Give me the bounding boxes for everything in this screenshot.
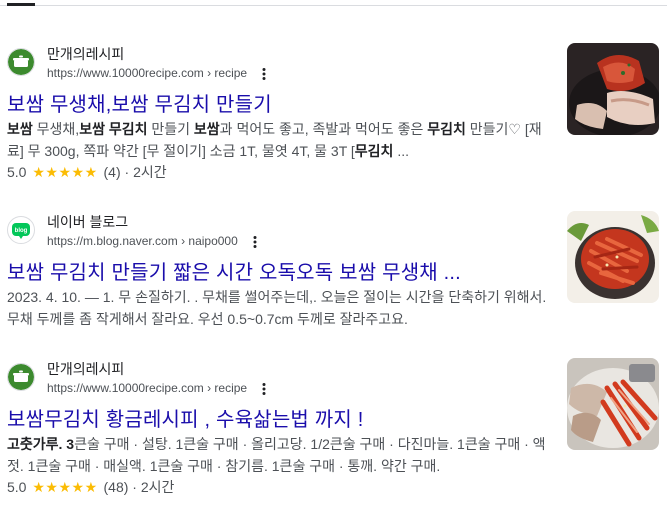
snippet-keyword: 보쌈	[193, 121, 220, 137]
more-options-icon[interactable]	[257, 67, 271, 81]
snippet-keyword: 보쌈	[7, 121, 33, 137]
result-thumbnail[interactable]	[567, 43, 659, 135]
snippet-keyword: 보쌈 무김치	[79, 121, 148, 137]
result-title-link[interactable]: 보쌈무김치 황금레시피 , 수육삶는법 까지 !	[7, 403, 364, 432]
tab-bar	[0, 0, 667, 6]
result-snippet: 2023. 4. 10. — 1. 무 손질하기. . 무채를 썰어주는데,. …	[7, 286, 552, 330]
result-rating: 5.0 ★★★★★ (4) · 2시간	[7, 162, 167, 182]
site-name: 만개의레시피	[47, 361, 125, 377]
url-text: https://m.blog.naver.com › naipo000	[47, 234, 238, 248]
active-tab-indicator[interactable]	[7, 3, 35, 6]
result-title-link[interactable]: 보쌈 무김치 만들기 짧은 시간 오독오독 보쌈 무생채 ...	[7, 256, 461, 285]
snippet-keyword: 고춧가루. 3	[7, 436, 75, 452]
rating-stars: ★★★★★	[32, 479, 98, 495]
snippet-text: ...	[393, 143, 409, 159]
suyuk-kimchi-plate-photo	[567, 358, 659, 450]
tab-divider	[0, 5, 667, 6]
rating-value: 5.0	[7, 164, 27, 180]
recipe-pot-icon	[7, 363, 35, 391]
snippet-keyword: 무김치	[427, 121, 466, 137]
rating-value: 5.0	[7, 479, 27, 495]
review-count: (4) · 2시간	[103, 164, 167, 180]
result-snippet: 고춧가루. 3큰술 구매 · 설탕. 1큰술 구매 · 올리고당. 1/2큰술 …	[7, 433, 552, 477]
snippet-text: 만들기	[147, 121, 194, 137]
site-url: https://m.blog.naver.com › naipo000	[47, 234, 262, 249]
result-thumbnail[interactable]	[567, 211, 659, 303]
snippet-text: 무생채,	[32, 121, 80, 137]
rating-stars: ★★★★★	[32, 164, 98, 180]
url-text: https://www.10000recipe.com › recipe	[47, 381, 248, 395]
favicon-label: blog	[15, 228, 28, 234]
result-snippet: 보쌈 무생채,보쌈 무김치 만들기 보쌈과 먹어도 좋고, 족발과 먹어도 좋은…	[7, 118, 552, 162]
more-options-icon[interactable]	[248, 235, 262, 249]
naver-blog-icon: blog	[7, 216, 35, 244]
site-name: 만개의레시피	[47, 46, 125, 62]
result-title-link[interactable]: 보쌈 무생채,보쌈 무김치 만들기	[7, 88, 272, 117]
more-options-icon[interactable]	[257, 382, 271, 396]
snippet-text: 과 먹어도 좋고, 족발과 먹어도 좋은	[219, 121, 428, 137]
url-text: https://www.10000recipe.com › recipe	[47, 66, 248, 80]
snippet-text: 2023. 4. 10. — 1. 무 손질하기. . 무채를 썰어주는데,. …	[7, 289, 547, 327]
site-url: https://www.10000recipe.com › recipe	[47, 66, 271, 81]
radish-kimchi-bowl-photo	[567, 211, 659, 303]
site-url: https://www.10000recipe.com › recipe	[47, 381, 271, 396]
bossam-kimchi-photo	[567, 43, 659, 135]
review-count: (48) · 2시간	[103, 479, 175, 495]
snippet-text: 큰술 구매 · 설탕. 1큰술 구매 · 올리고당. 1/2큰술 구매 · 다진…	[7, 436, 546, 474]
recipe-pot-icon	[7, 48, 35, 76]
site-name: 네이버 블로그	[47, 214, 129, 230]
result-rating: 5.0 ★★★★★ (48) · 2시간	[7, 477, 174, 497]
snippet-keyword: 무김치	[354, 143, 394, 159]
result-thumbnail[interactable]	[567, 358, 659, 450]
